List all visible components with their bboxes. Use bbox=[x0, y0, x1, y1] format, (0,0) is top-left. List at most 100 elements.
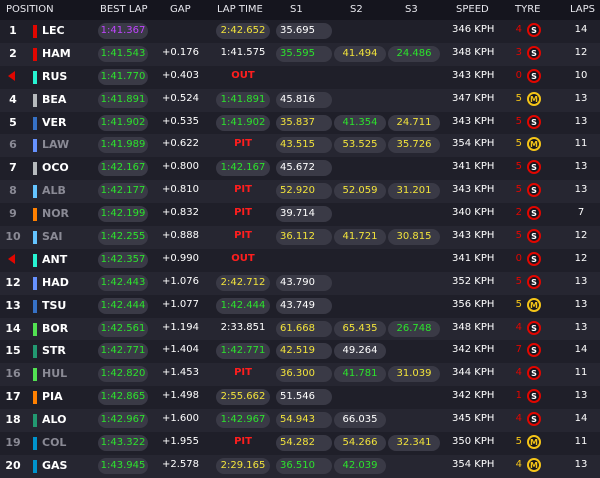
team-color-bar bbox=[33, 25, 37, 38]
team-color-bar bbox=[33, 414, 37, 428]
driver-code[interactable]: BEA bbox=[42, 93, 66, 106]
lap-time: 2:42.652 bbox=[216, 23, 270, 39]
table-row[interactable]: 4 BEA 1:41.891 +0.524 1:41.891 45.816 347 KPH 5… bbox=[0, 88, 600, 112]
driver-code[interactable]: NOR bbox=[42, 207, 69, 220]
tyre-age: 5 bbox=[515, 298, 522, 310]
driver-code[interactable]: VER bbox=[42, 116, 67, 129]
tyre-age: 4 bbox=[515, 413, 522, 425]
driver-code[interactable]: GAS bbox=[42, 459, 67, 472]
table-row[interactable]: RUS 1:41.770 +0.403 OUT 343 KPH 0 S 10 bbox=[0, 65, 600, 89]
lap-time: 2:42.712 bbox=[216, 274, 270, 291]
laps: 12 bbox=[574, 252, 588, 264]
driver-code[interactable]: RUS bbox=[42, 70, 67, 83]
gap: +0.800 bbox=[161, 161, 199, 173]
position: 14 bbox=[5, 321, 21, 335]
medium-tyre-icon: M bbox=[527, 137, 541, 152]
status-label: OUT bbox=[231, 69, 255, 81]
driver-code[interactable]: HAD bbox=[42, 276, 69, 289]
sector-s3: 24.486 bbox=[388, 45, 440, 62]
driver-code[interactable]: SAI bbox=[42, 230, 63, 243]
position: 16 bbox=[5, 367, 21, 381]
best-lap: 1:42.561 bbox=[98, 320, 148, 337]
laps: 13 bbox=[574, 92, 588, 104]
driver-code[interactable]: HUL bbox=[42, 367, 67, 380]
table-row[interactable]: 5 VER 1:41.902 +0.535 1:41.902 35.837 41.354 24… bbox=[0, 111, 600, 135]
status-label: PIT bbox=[234, 230, 252, 242]
table-row[interactable]: 10 SAI 1:42.255 +0.888 PIT 36.112 41.721 30.815… bbox=[0, 226, 600, 249]
retired-arrow-icon bbox=[8, 70, 15, 81]
best-lap: 1:42.255 bbox=[98, 229, 148, 246]
table-row[interactable]: 18 ALO 1:42.967 +1.600 1:42.967 54.943 66.035 3… bbox=[0, 409, 600, 433]
soft-tyre-icon: S bbox=[527, 229, 541, 244]
table-row[interactable]: 14 BOR 1:42.561 +1.194 2:33.851 61.668 65.435 2… bbox=[0, 317, 600, 341]
speed: 345 KPH bbox=[452, 413, 495, 425]
gap: +1.955 bbox=[161, 436, 199, 448]
driver-code[interactable]: STR bbox=[42, 344, 66, 357]
driver-code[interactable]: ALO bbox=[42, 413, 66, 426]
position: 20 bbox=[5, 458, 21, 472]
sector-s1: 43.515 bbox=[276, 137, 332, 154]
lap-time: 1:42.771 bbox=[216, 343, 270, 360]
table-row[interactable]: 20 GAS 1:43.945 +2.578 2:29.165 36.510 42.039 3… bbox=[0, 454, 600, 478]
table-row[interactable]: 16 HUL 1:42.820 +1.453 PIT 36.300 41.781 31.039… bbox=[0, 363, 600, 387]
soft-tyre-icon: S bbox=[527, 160, 541, 175]
soft-tyre-icon: S bbox=[527, 114, 541, 129]
table-row[interactable]: 8 ALB 1:42.177 +0.810 PIT 52.920 52.059 31.201 3… bbox=[0, 180, 600, 204]
header-position: POSITION bbox=[6, 4, 54, 15]
table-row[interactable]: 1 LEC 1:41.367 2:42.652 35.695 346 KPH 4 S 14 bbox=[0, 20, 600, 43]
table-row[interactable]: 19 COL 1:43.322 +1.955 PIT 54.282 54.266 32.341… bbox=[0, 432, 600, 455]
gap: +2.578 bbox=[161, 458, 199, 470]
table-row[interactable]: 17 PIA 1:42.865 +1.498 2:55.662 51.546 342 KPH… bbox=[0, 386, 600, 410]
gap: +0.990 bbox=[161, 252, 199, 264]
driver-code[interactable]: BOR bbox=[42, 322, 68, 335]
driver-code[interactable]: LAW bbox=[42, 138, 69, 151]
table-row[interactable]: 15 STR 1:42.771 +1.404 1:42.771 42.519 49.264 3… bbox=[0, 340, 600, 364]
sector-s1: 35.595 bbox=[276, 45, 332, 62]
lap-time: 1:41.891 bbox=[216, 91, 270, 108]
table-row[interactable]: 9 NOR 1:42.199 +0.832 PIT 39.714 340 KPH 2 S 7 bbox=[0, 203, 600, 227]
best-lap: 1:42.443 bbox=[98, 274, 148, 291]
sector-s2: 41.781 bbox=[334, 366, 386, 383]
best-lap: 1:42.865 bbox=[98, 389, 148, 406]
laps: 13 bbox=[574, 184, 588, 196]
table-row[interactable]: 12 HAD 1:42.443 +1.076 2:42.712 43.790 352 KPH… bbox=[0, 271, 600, 295]
driver-code[interactable]: ALB bbox=[42, 184, 66, 197]
timing-table: 1 LEC 1:41.367 2:42.652 35.695 346 KPH 4 S 14 2 HA… bbox=[0, 20, 600, 478]
speed: 343 KPH bbox=[452, 115, 495, 127]
sector-s2: 49.264 bbox=[334, 343, 386, 360]
team-color-bar bbox=[33, 299, 37, 313]
gap: +0.403 bbox=[161, 69, 199, 81]
driver-code[interactable]: PIA bbox=[42, 390, 63, 403]
team-color-bar bbox=[33, 437, 37, 451]
driver-code[interactable]: HAM bbox=[42, 47, 71, 60]
soft-tyre-icon: S bbox=[527, 366, 541, 381]
driver-code[interactable]: LEC bbox=[42, 24, 65, 37]
driver-code[interactable]: TSU bbox=[42, 299, 66, 312]
position: 12 bbox=[5, 275, 21, 289]
driver-code[interactable]: ANT bbox=[42, 253, 67, 266]
speed: 341 KPH bbox=[452, 161, 495, 173]
table-row[interactable]: ANT 1:42.357 +0.990 OUT 341 KPH 0 S 12 bbox=[0, 248, 600, 272]
sector-s2: 66.035 bbox=[334, 412, 386, 429]
laps: 11 bbox=[574, 367, 588, 379]
best-lap: 1:41.989 bbox=[98, 137, 148, 154]
sector-s1: 36.300 bbox=[276, 366, 332, 383]
medium-tyre-icon: M bbox=[527, 457, 541, 472]
team-color-bar bbox=[33, 368, 37, 382]
best-lap: 1:43.945 bbox=[98, 457, 148, 474]
table-row[interactable]: 6 LAW 1:41.989 +0.622 PIT 43.515 53.525 35.726 3… bbox=[0, 134, 600, 158]
sector-s1: 42.519 bbox=[276, 343, 332, 360]
header-s2: S2 bbox=[350, 4, 363, 15]
speed: 342 KPH bbox=[452, 344, 495, 356]
soft-tyre-icon: S bbox=[527, 183, 541, 198]
driver-code[interactable]: OCO bbox=[42, 161, 69, 174]
header-s1: S1 bbox=[290, 4, 303, 15]
status-label: OUT bbox=[231, 252, 255, 264]
table-row[interactable]: 13 TSU 1:42.444 +1.077 1:42.444 43.749 356 KPH… bbox=[0, 294, 600, 318]
table-row[interactable]: 7 OCO 1:42.167 +0.800 1:42.167 45.672 341 KPH 5… bbox=[0, 157, 600, 181]
best-lap: 1:41.770 bbox=[98, 68, 148, 85]
soft-tyre-icon: S bbox=[527, 343, 541, 358]
driver-code[interactable]: COL bbox=[42, 436, 66, 449]
table-row[interactable]: 2 HAM 1:41.543 +0.176 1:41.575 35.595 41.494 24… bbox=[0, 42, 600, 66]
sector-s2: 41.494 bbox=[334, 45, 386, 62]
